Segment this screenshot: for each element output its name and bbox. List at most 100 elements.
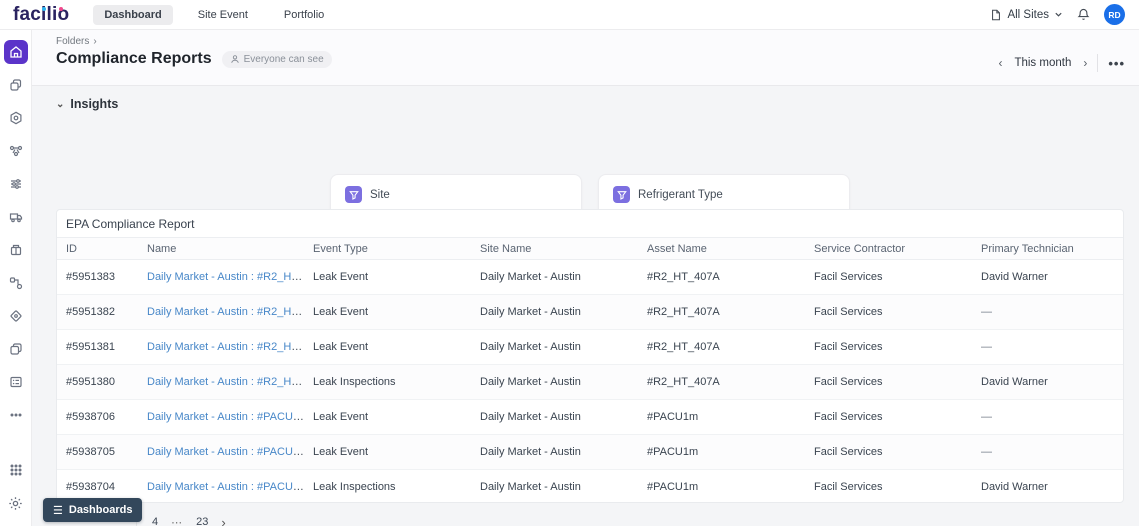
- cell-id: #5938704: [57, 481, 138, 493]
- cell-event_type: Leak Event: [304, 411, 471, 423]
- cell-site: Daily Market - Austin: [471, 376, 638, 388]
- sidebar-item-workflow[interactable]: [4, 139, 28, 163]
- cell-site: Daily Market - Austin: [471, 411, 638, 423]
- facilio-logo[interactable]: facilio: [13, 5, 69, 24]
- cell-contractor: Facil Services: [805, 376, 972, 388]
- sidebar-item-assets[interactable]: [4, 106, 28, 130]
- funnel-filter-icon: [617, 190, 627, 200]
- pagination-page-4[interactable]: 4: [152, 516, 158, 526]
- column-header-primary-technician: Primary Technician: [972, 243, 1123, 255]
- table-body: #5951383Daily Market - Austin : #R2_HT_4…: [57, 260, 1123, 503]
- sidebar-item-spaces[interactable]: [4, 73, 28, 97]
- table-row[interactable]: #5951382Daily Market - Austin : #R2_HT_4…: [57, 295, 1123, 330]
- cell-id: #5951381: [57, 341, 138, 353]
- flow-connect-icon: [9, 276, 23, 290]
- cell-site: Daily Market - Austin: [471, 446, 638, 458]
- record-name-link[interactable]: Daily Market - Austin : #R2_HT_40...: [147, 376, 304, 388]
- period-label[interactable]: This month: [1014, 57, 1071, 69]
- record-name-link[interactable]: Daily Market - Austin : #R2_HT_40...: [147, 271, 304, 283]
- breadcrumb-folders-link[interactable]: Folders: [56, 36, 89, 47]
- filter-badge: [345, 186, 362, 203]
- settings-button[interactable]: [4, 491, 28, 515]
- cell-technician: —: [972, 446, 1123, 458]
- title-row: Compliance Reports Everyone can see: [56, 50, 332, 68]
- cell-technician: David Warner: [972, 271, 1123, 283]
- table-row[interactable]: #5938704 Daily Market - Austin : #PACU1m …: [57, 470, 1123, 503]
- sidebar-item-more[interactable]: [4, 403, 28, 427]
- package-box-icon: [9, 243, 23, 257]
- dashboard-more-button[interactable]: •••: [1108, 56, 1125, 71]
- chevron-down-icon: [1054, 10, 1063, 19]
- sidebar-item-inventory[interactable]: [4, 238, 28, 262]
- nav-item-site-event[interactable]: Site Event: [187, 5, 259, 25]
- column-header-id: ID: [57, 243, 138, 255]
- cell-technician: David Warner: [972, 376, 1123, 388]
- insights-title: Insights: [70, 97, 118, 111]
- table-row[interactable]: #5951380 Daily Market - Austin : #R2_HT_4…: [57, 365, 1123, 400]
- record-name-link[interactable]: Daily Market - Austin : #PACU1m : ...: [147, 411, 304, 423]
- period-prev-button[interactable]: ‹: [998, 57, 1002, 69]
- sidebar-item-safety[interactable]: [4, 304, 28, 328]
- period-next-button[interactable]: ›: [1083, 57, 1087, 69]
- cell-event_type: Leak Inspections: [304, 376, 471, 388]
- main-content: Folders › Compliance Reports Everyone ca…: [32, 30, 1139, 526]
- cell-name: Daily Market - Austin : #R2_HT_40...: [138, 306, 304, 318]
- sidebar-item-kiosk[interactable]: [4, 370, 28, 394]
- table-row[interactable]: #5938706Daily Market - Austin : #PACU1m …: [57, 400, 1123, 435]
- dashboards-button[interactable]: ☰ Dashboards: [43, 498, 142, 522]
- pagination-next-button[interactable]: ›: [221, 515, 225, 526]
- filter-label: Site: [370, 189, 390, 201]
- cell-name: Daily Market - Austin : #R2_HT_40...: [138, 376, 304, 388]
- sliders-icon: [9, 177, 23, 191]
- table-row[interactable]: #5951383Daily Market - Austin : #R2_HT_4…: [57, 260, 1123, 295]
- table-header-row: IDNameEvent TypeSite NameAsset NameServi…: [57, 238, 1123, 260]
- cell-asset: #R2_HT_407A: [638, 271, 805, 283]
- cell-asset: #PACU1m: [638, 411, 805, 423]
- sidebar-item-fleet[interactable]: [4, 205, 28, 229]
- sidebar-item-reports[interactable]: [4, 337, 28, 361]
- notifications-bell-icon[interactable]: [1077, 8, 1090, 21]
- record-name-link[interactable]: Daily Market - Austin : #PACU1m : ...: [147, 446, 304, 458]
- insights-section-toggle[interactable]: ⌄ Insights: [32, 86, 152, 111]
- cell-asset: #R2_HT_407A: [638, 376, 805, 388]
- pagination: 4⋯23›: [136, 510, 226, 526]
- nav-item-dashboard[interactable]: Dashboard: [93, 5, 172, 25]
- cell-name: Daily Market - Austin : #PACU1m : ...: [138, 446, 304, 458]
- kanban-card-icon: [9, 375, 23, 389]
- cell-site: Daily Market - Austin: [471, 341, 638, 353]
- sidebar-bottom: [4, 458, 28, 526]
- cell-asset: #R2_HT_407A: [638, 306, 805, 318]
- cell-name: Daily Market - Austin : #R2_HT_40...: [138, 271, 304, 283]
- workflow-nodes-icon: [9, 144, 23, 158]
- cell-name: Daily Market - Austin : #PACU1m : ...: [138, 481, 304, 493]
- sidebar-item-home[interactable]: [4, 40, 28, 64]
- copy-pages-icon: [9, 78, 23, 92]
- cell-event_type: Leak Event: [304, 341, 471, 353]
- pagination-page-23[interactable]: 23: [196, 516, 208, 526]
- site-switcher[interactable]: All Sites: [990, 9, 1063, 21]
- user-avatar[interactable]: RD: [1104, 4, 1125, 25]
- app-launcher[interactable]: [4, 458, 28, 482]
- table-row[interactable]: #5938705Daily Market - Austin : #PACU1m …: [57, 435, 1123, 470]
- column-header-asset-name: Asset Name: [638, 243, 805, 255]
- sites-icon: [990, 9, 1002, 21]
- site-switcher-label: All Sites: [1007, 9, 1049, 21]
- cell-contractor: Facil Services: [805, 271, 972, 283]
- cell-id: #5951380: [57, 376, 138, 388]
- nav-item-portfolio[interactable]: Portfolio: [273, 5, 335, 25]
- cell-event_type: Leak Event: [304, 446, 471, 458]
- table-row[interactable]: #5951381 Daily Market - Austin : #R2_HT_4…: [57, 330, 1123, 365]
- page-title: Compliance Reports: [56, 50, 212, 68]
- topbar: facilio Dashboard Site Event Portfolio All…: [0, 0, 1139, 30]
- visibility-badge[interactable]: Everyone can see: [222, 51, 332, 68]
- sidebar-item-controls[interactable]: [4, 172, 28, 196]
- cell-contractor: Facil Services: [805, 411, 972, 423]
- record-name-link[interactable]: Daily Market - Austin : #PACU1m : ...: [147, 481, 304, 493]
- top-navigation: Dashboard Site Event Portfolio: [93, 5, 335, 25]
- record-name-link[interactable]: Daily Market - Austin : #R2_HT_40...: [147, 341, 304, 353]
- cell-contractor: Facil Services: [805, 481, 972, 493]
- record-name-link[interactable]: Daily Market - Austin : #R2_HT_40...: [147, 306, 304, 318]
- sidebar-item-automation[interactable]: [4, 271, 28, 295]
- app-window: facilio Dashboard Site Event Portfolio All…: [0, 0, 1139, 526]
- cell-technician: —: [972, 341, 1123, 353]
